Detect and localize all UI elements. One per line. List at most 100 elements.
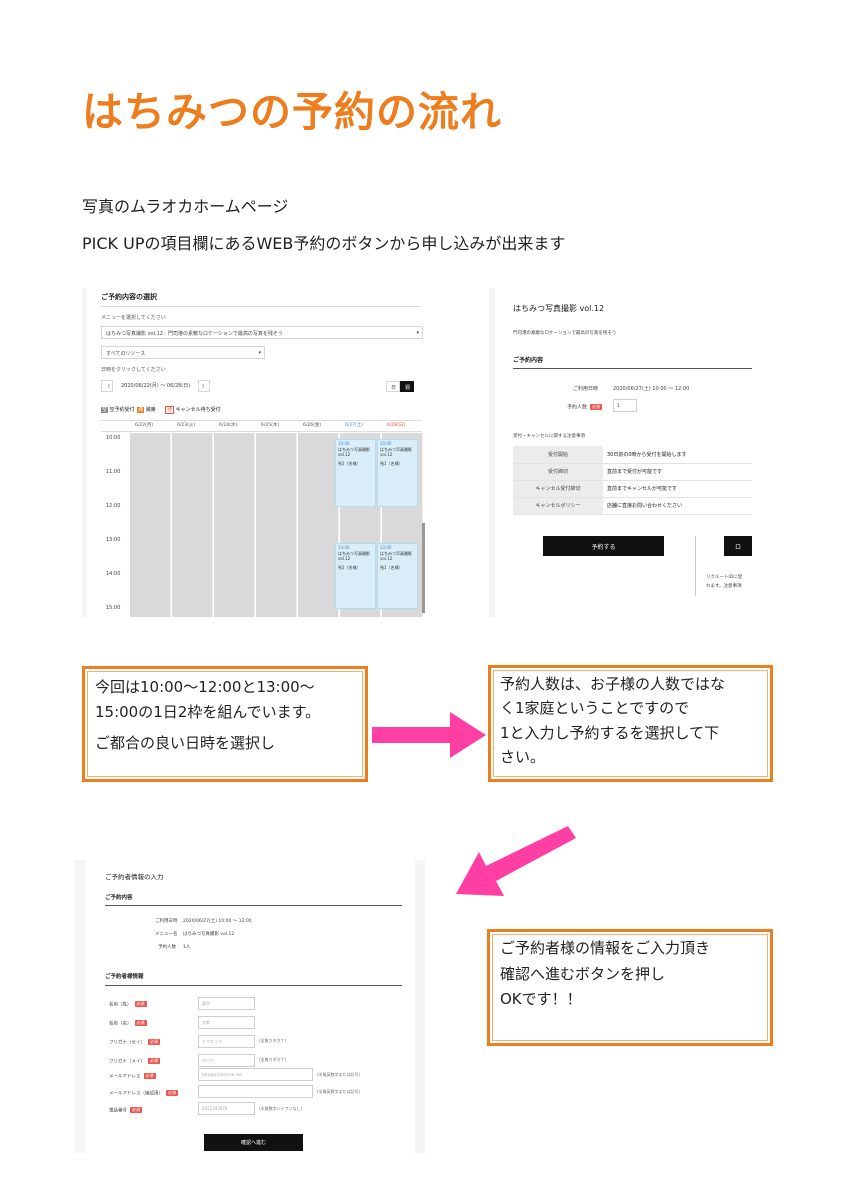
confirm-button[interactable]: 確認へ進む (204, 1134, 303, 1151)
callout-step-1: 今回は10:00〜12:00と13:00〜 15:00の1日2枠を組んでいます。… (82, 666, 368, 782)
legend-available-mark: 空 (101, 407, 109, 413)
resource-select-value: すべてのリソース (106, 351, 146, 357)
slot-status: 残1（名様） (338, 461, 361, 466)
email-confirm-input[interactable] (198, 1085, 313, 1098)
row-header: キャンセルポリシー (513, 497, 603, 515)
field-label-text: 名前（名） (109, 1021, 132, 1027)
slot-time: 10:00 (338, 441, 350, 446)
field-note: (全角カタカナ) (259, 1038, 287, 1043)
login-button[interactable]: ロ (724, 536, 752, 556)
day-header: 6/28(日) (387, 423, 406, 428)
form-heading: ご予約者情報の入力 (105, 873, 164, 881)
calendar-card: ご予約内容の選択 メニューを選択してください はちみつ写真撮影 vol.12：門… (87, 288, 437, 617)
date-value: 2020/06/27(土) 10:00 〜 12:00 (183, 919, 252, 924)
callout-line: さい。 (500, 747, 546, 766)
slot-sat-morning[interactable]: 10:00 はちみつ写真撮影 vol.12 残1（名様） (335, 439, 376, 507)
first-name-input[interactable]: 太郎 (198, 1016, 255, 1029)
field-label-text: フリガナ（セイ） (109, 1040, 145, 1046)
callout-line: ご予約者様の情報をご入力頂き (500, 939, 711, 957)
reserve-button[interactable]: 予約する (543, 536, 664, 556)
field-label-last-name: 名前（姓） 必須 (109, 1001, 147, 1008)
required-badge: 必須 (134, 1020, 147, 1026)
callout-line: く1家庭ということですので (500, 699, 690, 718)
row-header: キャンセル受付締切 (513, 480, 603, 498)
legend-full-label: 満席 (145, 407, 156, 413)
count-input[interactable]: 1 (613, 399, 637, 412)
intro-line-1: 写真のムラオカホームページ (82, 197, 289, 216)
kana-last-input[interactable]: トウキョウ (198, 1035, 255, 1048)
field-label-text: フリガナ（メイ） (109, 1059, 145, 1065)
prev-week-button[interactable]: 〈 (101, 380, 113, 392)
day-header: 6/26(金) (303, 423, 322, 428)
time-label: 15:00 (106, 605, 121, 611)
slot-sat-afternoon[interactable]: 13:00 はちみつ写真撮影 vol.12 残1（名様） (335, 543, 376, 609)
count-label: 予約人数 必須 (567, 404, 603, 411)
row-value: 直前まで受付が可能です (603, 463, 752, 481)
required-badge: 必須 (134, 1001, 147, 1007)
day-header: 6/24(水) (219, 423, 238, 428)
row-header: 受付締切 (513, 463, 603, 481)
menu-select[interactable]: はちみつ写真撮影 vol.12：門司港の素敵なロケーションで最高の写真を残そう ▾ (101, 326, 423, 339)
date-value: 2020/06/27(土) 10:00 〜 12:00 (613, 386, 690, 392)
next-week-button[interactable]: 〉 (198, 380, 210, 392)
divider (105, 985, 402, 986)
day-header: 6/22(月) (135, 423, 154, 428)
field-label-kana-last: フリガナ（セイ） 必須 (109, 1039, 160, 1046)
menu-label: メニュー名 (155, 932, 178, 937)
slot-time: 13:00 (338, 545, 350, 550)
legend-available: 空 空予約受付 (101, 407, 135, 413)
day-header: 6/23(火) (177, 423, 196, 428)
resource-select[interactable]: すべてのリソース ▾ (101, 346, 265, 359)
callout-line: 今回は10:00〜12:00と13:00〜 (95, 678, 315, 696)
count-label: 予約人数 (158, 945, 176, 950)
calendar-heading: ご予約内容の選択 (101, 293, 157, 301)
scrollbar[interactable] (422, 523, 425, 613)
email-input[interactable]: taro@airreserve.net (198, 1068, 313, 1081)
legend-waitlist: 待 キャンセル待ち受付 (165, 406, 221, 414)
row-value: 30日前の0時から受付を開始します (603, 446, 752, 464)
slot-sun-morning[interactable]: 10:00 はちみつ写真撮影 vol.12 残1（名様） (377, 439, 418, 507)
divider (695, 536, 696, 596)
time-label: 14:00 (106, 571, 121, 577)
field-label-kana-first: フリガナ（メイ） 必須 (109, 1058, 160, 1065)
kana-first-input[interactable]: タロウ (198, 1054, 255, 1067)
time-label: 13:00 (106, 537, 121, 543)
required-badge: 必須 (143, 1073, 156, 1079)
count-value: 1人 (183, 945, 191, 950)
required-badge: 必須 (148, 1058, 160, 1064)
row-header: 受付開始 (513, 446, 603, 464)
row-value: 直前までキャンセルが可能です (603, 480, 752, 498)
menu-value: はちみつ写真撮影 vol.12 (183, 932, 235, 937)
time-label: 10:00 (106, 435, 121, 441)
table-row: キャンセルポリシー 店舗に直接お問い合わせください (513, 497, 752, 515)
field-note: (半角英数字または記号) (317, 1072, 361, 1077)
chevron-down-icon: ▾ (416, 330, 419, 336)
week-view-button[interactable]: 週 (400, 381, 414, 392)
notes-table: 受付開始 30日前の0時から受付を開始します 受付締切 直前まで受付が可能です キャ… (513, 446, 752, 515)
field-label-text: 電話番号 (109, 1108, 127, 1114)
last-name-input[interactable]: 東京 (198, 997, 255, 1010)
field-label-text: メールアドレス (109, 1074, 141, 1080)
day-view-button[interactable]: 日 (386, 381, 400, 392)
required-badge: 必須 (130, 1107, 142, 1113)
legend-waitlist-label: キャンセル待ち受付 (175, 407, 221, 413)
arrow-right-icon (372, 712, 486, 758)
phone-input[interactable]: 0312345678 (198, 1102, 255, 1115)
slot-sun-afternoon[interactable]: 13:00 はちみつ写真撮影 vol.12 残1（名様） (377, 543, 418, 609)
required-badge: 必須 (148, 1039, 160, 1045)
date-label: ご利用日時 (573, 386, 599, 392)
event-heading: はちみつ写真撮影 vol.12 (513, 304, 605, 313)
day-header: 6/25(木) (261, 423, 280, 428)
field-note: (半角数字ハイフンなし) (259, 1106, 303, 1111)
section-heading: ご予約内容 (513, 357, 544, 364)
time-label: 12:00 (106, 503, 121, 509)
side-text: リクルートIDに登 (706, 575, 743, 580)
field-label-email: メールアドレス 必須 (109, 1073, 156, 1080)
day-header-row: 6/22(月) 6/23(火) 6/24(水) 6/25(木) 6/26(金) … (101, 420, 422, 432)
field-label-text: メールアドレス（確認用） (109, 1091, 163, 1097)
slot-status: 残1（名様） (338, 565, 361, 570)
callout-line: 15:00の1日2枠を組んでいます。 (95, 702, 321, 721)
slot-name: はちみつ写真撮影 vol.12 (338, 447, 370, 457)
date-range: 2020/06/22(月) 〜 06/28(日) (121, 383, 191, 389)
field-label-email-confirm: メールアドレス（確認用） 必須 (109, 1090, 178, 1097)
